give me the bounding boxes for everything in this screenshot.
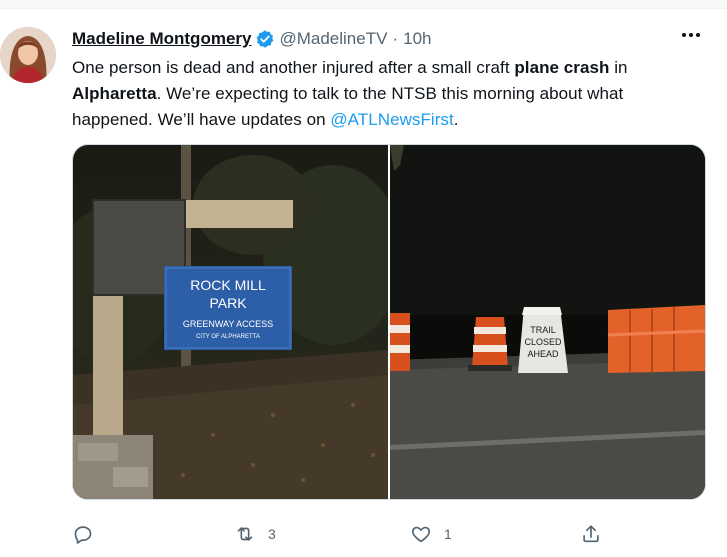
more-dots-icon: [682, 33, 700, 37]
profile-photo-icon: [0, 27, 56, 83]
more-options-button[interactable]: [675, 23, 707, 47]
retweet-count: 3: [268, 526, 276, 542]
trail-sign-line2: CLOSED: [524, 337, 562, 347]
like-button[interactable]: 1: [410, 517, 452, 551]
trail-sign-line3: AHEAD: [527, 349, 559, 359]
retweet-button[interactable]: 3: [234, 517, 276, 551]
share-icon: [583, 525, 599, 543]
traffic-barrel: [390, 313, 410, 371]
tweet-text-bold: Alpharetta: [72, 84, 157, 103]
separator-dot: ·: [392, 29, 399, 48]
park-sign-line4: CITY OF ALPHARETTA: [196, 334, 260, 340]
tweet-text-part: One person is dead and another injured a…: [72, 58, 515, 77]
avatar[interactable]: [0, 27, 56, 83]
tweet-text-part: .: [453, 110, 459, 129]
photo-trail-closed[interactable]: TRAIL CLOSED AHEAD: [390, 145, 705, 499]
author-name[interactable]: Madeline Montgomery: [72, 29, 251, 49]
tweet-text: One person is dead and another injured a…: [72, 55, 702, 133]
mention-link[interactable]: @ATLNewsFirst: [330, 110, 453, 129]
tweet-text-bold: plane crash: [514, 58, 610, 77]
like-count: 1: [444, 526, 452, 542]
tweet-timestamp[interactable]: 10h: [403, 29, 431, 49]
author-handle[interactable]: @MadelineTV: [279, 29, 387, 49]
park-sign-line1: ROCK MILL: [190, 277, 266, 293]
reply-button[interactable]: [72, 517, 106, 551]
trail-sign-line1: TRAIL: [530, 325, 556, 335]
reply-icon: [74, 526, 92, 544]
verified-badge-icon: [257, 30, 274, 48]
share-button[interactable]: [580, 517, 614, 551]
heart-icon: [411, 526, 431, 543]
tweet-text-part: in: [609, 58, 628, 77]
tweet-actions: 3 1: [72, 517, 612, 551]
retweet-icon: [237, 527, 253, 541]
photo-park-sign[interactable]: ROCK MILL PARK GREENWAY ACCESS CITY OF A…: [73, 145, 388, 499]
tweet-header: Madeline Montgomery @MadelineTV · 10h: [72, 27, 431, 51]
park-sign-line3: GREENWAY ACCESS: [183, 319, 273, 329]
traffic-barrier: [607, 305, 705, 373]
park-sign-line2: PARK: [209, 295, 247, 311]
tweet-card[interactable]: Madeline Montgomery @MadelineTV · 10h On…: [0, 8, 727, 557]
media-grid: ROCK MILL PARK GREENWAY ACCESS CITY OF A…: [72, 144, 706, 500]
